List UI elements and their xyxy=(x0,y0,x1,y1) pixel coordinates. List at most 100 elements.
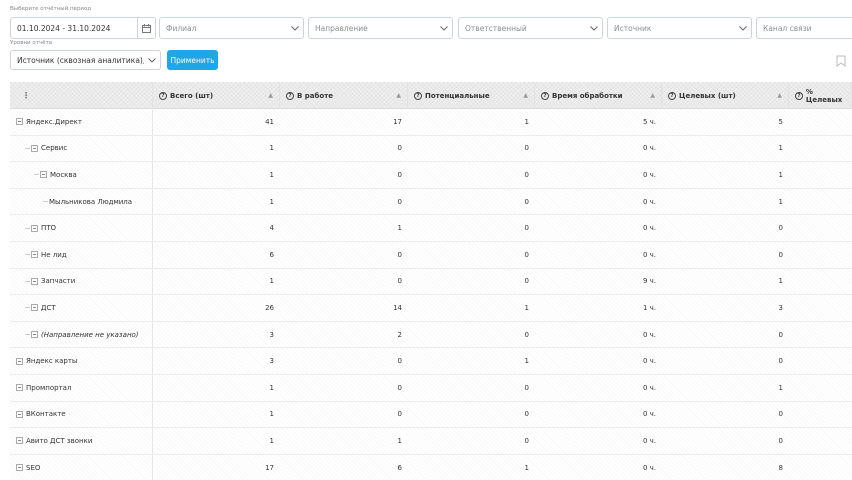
sort-icon[interactable]: ▲ xyxy=(523,92,528,99)
cell-time: 0 ч. xyxy=(642,330,656,339)
column-menu-icon[interactable]: ⋮ xyxy=(16,91,30,100)
collapse-toggle-icon[interactable] xyxy=(31,277,38,285)
table-header: ⋮ ? Всего (шт) ▲? В работе ▲? Потенциальные ▲? В… xyxy=(10,82,852,109)
sort-icon[interactable]: ▲ xyxy=(650,92,655,99)
table-row[interactable]: Промпортал 1 0 0 0 ч. 1 xyxy=(10,374,852,402)
table-row[interactable]: Москва 1 0 0 0 ч. 1 xyxy=(10,162,852,189)
branch-select[interactable]: Филиал xyxy=(159,17,304,39)
source-select[interactable]: Источник xyxy=(607,17,752,39)
period-field[interactable]: 01.10.2024 - 31.10.2024 xyxy=(10,17,156,39)
apply-button[interactable]: Применить xyxy=(167,50,218,70)
table-row[interactable]: Запчасти 1 0 0 9 ч. 1 xyxy=(10,268,852,296)
sort-icon[interactable]: ▲ xyxy=(777,92,782,99)
collapse-toggle-icon[interactable] xyxy=(16,410,23,418)
row-label: SEO xyxy=(26,463,41,472)
levels-caption: Уровни отчёта xyxy=(10,40,53,46)
row-label-cell: Авито ДСТ звонки xyxy=(10,428,153,454)
table-row[interactable]: SEO 17 6 1 0 ч. 8 xyxy=(10,454,852,480)
cell-target-percent xyxy=(789,428,852,454)
cell-potential: 0 xyxy=(524,330,529,339)
table-row[interactable]: Авито ДСТ звонки 1 1 0 0 ч. 0 xyxy=(10,428,852,455)
responsible-placeholder: Ответственный xyxy=(465,23,527,33)
table-row[interactable]: ДСТ 26 14 1 1 ч. 3 xyxy=(10,295,852,322)
tree-connector xyxy=(34,174,39,176)
row-label: Яндекс карты xyxy=(26,357,78,366)
levels-select[interactable]: Источник (сквозная аналитика), Нап xyxy=(10,50,161,70)
collapse-toggle-icon[interactable] xyxy=(31,331,38,339)
tree-connector xyxy=(25,227,30,229)
bookmark-icon[interactable] xyxy=(836,55,846,67)
cell-target: 0 xyxy=(778,357,783,366)
help-icon[interactable]: ? xyxy=(668,91,676,100)
column-header-4[interactable]: ? Время обработки ▲ xyxy=(535,82,662,109)
cell-in-work: 0 xyxy=(397,277,402,286)
table-row[interactable]: Мыльникова Людмила 1 0 0 0 ч. 1 xyxy=(10,188,852,216)
tree-connector xyxy=(25,307,30,309)
cell-potential: 0 xyxy=(524,410,529,419)
column-header-2[interactable]: ? В работе ▲ xyxy=(280,82,408,109)
collapse-toggle-icon[interactable] xyxy=(16,118,23,126)
help-icon[interactable]: ? xyxy=(414,91,422,100)
row-label-cell: Яндекс.Директ xyxy=(10,109,153,135)
collapse-toggle-icon[interactable] xyxy=(31,304,38,312)
report-table: ⋮? Всего (шт) ▲? В работе ▲? Потенциальные ▲? В… xyxy=(10,82,852,480)
collapse-toggle-icon[interactable] xyxy=(16,384,23,392)
collapse-toggle-icon[interactable] xyxy=(16,357,23,365)
table-row[interactable]: ПТО 4 1 0 0 ч. 0 xyxy=(10,215,852,242)
cell-potential: 0 xyxy=(524,144,529,153)
cell-time: 1 ч. xyxy=(642,303,656,312)
column-header-0[interactable]: ⋮ xyxy=(10,82,153,109)
column-header-5[interactable]: ? Целевых (шт) ▲ xyxy=(662,82,789,109)
cell-target: 0 xyxy=(778,224,783,233)
cell-target: 1 xyxy=(778,383,783,392)
tree-connector xyxy=(25,254,30,256)
help-icon[interactable]: ? xyxy=(541,91,549,100)
responsible-select[interactable]: Ответственный xyxy=(458,17,603,39)
calendar-icon[interactable] xyxy=(137,18,155,38)
row-label-cell: (Направление не указано) xyxy=(10,321,153,348)
column-header-3[interactable]: ? Потенциальные ▲ xyxy=(408,82,535,109)
cell-total: 41 xyxy=(265,117,274,126)
cell-target: 3 xyxy=(778,303,783,312)
column-header-6[interactable]: ?% Целевых xyxy=(789,82,852,109)
collapse-toggle-icon[interactable] xyxy=(31,144,38,152)
row-label-cell: SEO xyxy=(10,454,153,480)
branch-placeholder: Филиал xyxy=(166,23,197,33)
table-row[interactable]: ВКонтакте 1 0 0 0 ч. 0 xyxy=(10,401,852,429)
collapse-toggle-icon[interactable] xyxy=(31,224,38,232)
cell-target: 5 xyxy=(778,117,783,126)
sort-icon[interactable]: ▲ xyxy=(268,92,273,99)
help-icon[interactable]: ? xyxy=(795,91,803,100)
table-row[interactable]: Яндекс карты 3 0 1 0 ч. 0 xyxy=(10,348,852,375)
row-label-cell: Промпортал xyxy=(10,374,153,401)
cell-in-work: 6 xyxy=(397,463,402,472)
collapse-toggle-icon[interactable] xyxy=(31,251,38,259)
cell-in-work: 0 xyxy=(397,383,402,392)
direction-select[interactable]: Направление xyxy=(308,17,453,39)
collapse-toggle-icon[interactable] xyxy=(40,171,47,179)
help-icon[interactable]: ? xyxy=(286,91,294,100)
column-header-1[interactable]: ? Всего (шт) ▲ xyxy=(153,82,280,109)
table-row[interactable]: Не лид 6 0 0 0 ч. 0 xyxy=(10,241,852,269)
sort-icon[interactable]: ▲ xyxy=(396,92,401,99)
cell-in-work: 0 xyxy=(397,357,402,366)
channel-select[interactable]: Канал связи xyxy=(756,17,852,39)
cell-time: 0 ч. xyxy=(642,250,656,259)
cell-potential: 0 xyxy=(524,197,529,206)
table-row[interactable]: Яндекс.Директ 41 17 1 5 ч. 5 xyxy=(10,109,852,136)
help-icon[interactable]: ? xyxy=(159,91,167,100)
collapse-toggle-icon[interactable] xyxy=(16,437,23,445)
collapse-toggle-icon[interactable] xyxy=(16,464,23,472)
cell-in-work: 0 xyxy=(397,144,402,153)
table-row[interactable]: Сервис 1 0 0 0 ч. 1 xyxy=(10,135,852,163)
column-label: % Целевых xyxy=(805,87,843,104)
row-label-cell: Запчасти xyxy=(10,268,153,295)
row-label-cell: Мыльникова Людмила xyxy=(10,188,153,215)
cell-time: 0 ч. xyxy=(642,170,656,179)
cell-total: 1 xyxy=(269,436,274,445)
cell-target-percent xyxy=(789,295,852,321)
cell-time: 0 ч. xyxy=(642,383,656,392)
cell-in-work: 1 xyxy=(397,436,402,445)
row-label-cell: Сервис xyxy=(10,135,153,162)
table-row[interactable]: (Направление не указано) 3 2 0 0 ч. 0 xyxy=(10,321,852,349)
